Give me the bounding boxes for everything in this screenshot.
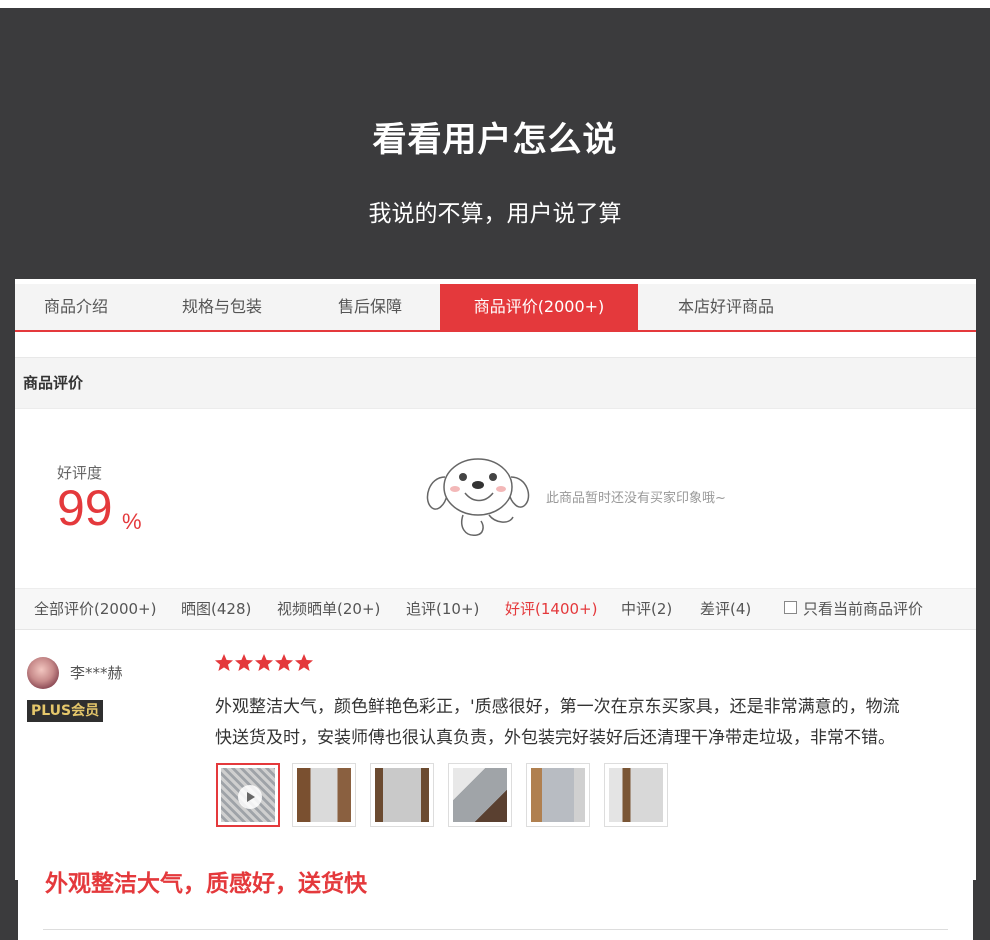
rating-unit: %: [122, 509, 142, 534]
review-image-thumbnail[interactable]: [604, 763, 668, 827]
review-video-thumbnail[interactable]: [216, 763, 280, 827]
review-text: 外观整洁大气，颜色鲜艳色彩正，'质感很好，第一次在京东买家具，还是非常满意的，物…: [215, 692, 945, 754]
divider: [43, 929, 948, 930]
tab-product-intro[interactable]: 商品介绍: [15, 284, 137, 330]
banner-right-edge: [973, 880, 976, 940]
thumbnail-image: [531, 768, 585, 822]
banner-text: 外观整洁大气，质感好，送货快: [45, 871, 367, 897]
thumbnail-image: [453, 768, 507, 822]
only-current-checkbox[interactable]: [784, 601, 797, 614]
hero-subtitle: 我说的不算，用户说了算: [368, 201, 622, 227]
top-strip: [0, 0, 990, 8]
review-line-1: 外观整洁大气，颜色鲜艳色彩正，'质感很好，第一次在京东买家具，还是非常满意的，物…: [215, 697, 900, 717]
review-filter-bar: 全部评价(2000+) 晒图(428) 视频晒单(20+) 追评(10+) 好评…: [15, 588, 976, 630]
section-header: 商品评价: [15, 357, 976, 409]
highlight-banner: 外观整洁大气，质感好，送货快: [15, 856, 976, 940]
filter-followup[interactable]: 追评(10+): [406, 589, 479, 629]
hero-title: 看看用户怎么说: [372, 120, 618, 160]
review-image-thumbnail[interactable]: [292, 763, 356, 827]
review-image-thumbnail[interactable]: [448, 763, 512, 827]
tab-bar: 商品介绍 规格与包装 售后保障 商品评价(2000+) 本店好评商品: [15, 284, 976, 332]
filter-photos[interactable]: 晒图(428): [181, 589, 251, 629]
filter-neutral[interactable]: 中评(2): [621, 589, 672, 629]
only-current-label[interactable]: 只看当前商品评价: [803, 589, 923, 629]
thumbnail-image: [609, 768, 663, 822]
review-image-thumbnail[interactable]: [526, 763, 590, 827]
rating-value: 99: [57, 480, 113, 536]
play-icon[interactable]: [238, 785, 262, 809]
tab-after-sales[interactable]: 售后保障: [301, 284, 439, 330]
tab-specs[interactable]: 规格与包装: [151, 284, 293, 330]
filter-video[interactable]: 视频晒单(20+): [277, 589, 380, 629]
dog-mascot-icon: [426, 458, 530, 536]
filter-all[interactable]: 全部评价(2000+): [34, 589, 156, 629]
five-star-rating-icon: [215, 654, 313, 671]
section-title: 商品评价: [23, 374, 84, 392]
tab-reviews[interactable]: 商品评价(2000+): [440, 284, 638, 330]
review-image-thumbnail[interactable]: [370, 763, 434, 827]
reviewer-name: 李***赫: [70, 664, 123, 682]
thumbnail-image: [375, 768, 429, 822]
filter-positive[interactable]: 好评(1400+): [505, 589, 597, 629]
empty-impression-text: 此商品暂时还没有买家印象哦~: [546, 491, 726, 506]
filter-negative[interactable]: 差评(4): [700, 589, 751, 629]
review-line-2: 快送货及时，安装师傅也很认真负责，外包装完好装好后还清理干净带走垃圾，非常不错。: [215, 728, 895, 748]
tab-store-favorites[interactable]: 本店好评商品: [651, 284, 801, 330]
plus-member-badge: PLUS会员: [27, 700, 104, 722]
review-screenshot-panel: 商品介绍 规格与包装 售后保障 商品评价(2000+) 本店好评商品 商品评价 …: [15, 279, 976, 940]
thumbnail-image: [297, 768, 351, 822]
avatar: [27, 657, 59, 689]
banner-left-edge: [15, 880, 18, 940]
